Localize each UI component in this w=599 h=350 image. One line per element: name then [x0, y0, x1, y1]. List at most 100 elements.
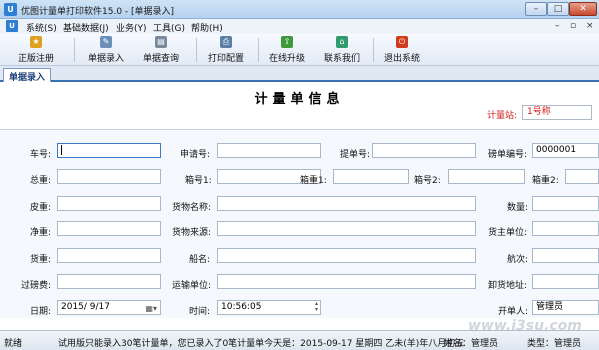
station-label: 计量站: [487, 111, 518, 121]
upgrade-icon: ⇧ [281, 36, 293, 48]
toolbar-separator [196, 38, 197, 62]
net-field[interactable] [57, 221, 161, 236]
transport-unit-field[interactable] [217, 274, 476, 289]
goods-name-label: 货物名称: [172, 203, 212, 213]
register-icon: ★ [30, 36, 42, 48]
box-no2-label: 箱号2: [414, 176, 441, 186]
upgrade-label: 在线升级 [268, 54, 305, 64]
time-field[interactable]: 10:56:05 ▴ ▾ [217, 300, 321, 315]
ship-name-field[interactable] [217, 248, 476, 263]
weighing-fee-field[interactable] [57, 274, 161, 289]
plate-no-label: 车号: [30, 150, 52, 160]
contact-button[interactable]: ⌂ 联系我们 [320, 36, 364, 64]
entry-label: 单据录入 [87, 54, 124, 64]
quantity-label: 数量: [507, 203, 529, 213]
exit-button[interactable]: ⏻ 退出系统 [380, 36, 424, 64]
status-user-type: 类型：管理员 [527, 339, 582, 349]
cargo-weight-label: 货重: [30, 255, 52, 265]
menu-system[interactable]: 系统(S) [26, 21, 57, 34]
ship-name-label: 船名: [189, 255, 211, 265]
status-ready: 就绪 [4, 339, 23, 349]
query-button[interactable]: ▤ 单据查询 [139, 36, 183, 64]
form-title: 计量单信息 [254, 92, 345, 107]
box-weight1-label: 箱重1: [300, 176, 327, 186]
menu-tools[interactable]: 工具(G) [153, 21, 185, 34]
mdi-close-button[interactable]: × [586, 21, 594, 31]
date-value: 2015/ 9/17 [61, 302, 111, 312]
register-label: 正版注册 [17, 54, 54, 64]
mdi-app-icon: U [6, 20, 18, 32]
toolbar-separator [74, 38, 75, 62]
print-config-label: 打印配置 [207, 54, 244, 64]
menu-bar: U 系统(S) 基础数据(J) 业务(Y) 工具(G) 帮助(H) – ▫ × [0, 19, 599, 34]
exit-icon: ⏻ [396, 36, 408, 48]
goods-source-label: 货物来源: [172, 228, 212, 238]
pound-no-label: 磅单编号: [488, 150, 528, 160]
tare-field[interactable] [57, 196, 161, 211]
form-header: 计量单信息 计量站: 1号称 [0, 84, 599, 130]
transport-unit-label: 运输单位: [172, 281, 212, 291]
tab-entry[interactable]: 单据录入 [3, 68, 52, 83]
menu-business[interactable]: 业务(Y) [116, 21, 147, 34]
minimize-button[interactable]: – [525, 2, 547, 16]
calendar-dropdown-icon[interactable]: ▦▾ [145, 302, 157, 314]
gross-field[interactable] [57, 169, 161, 184]
box-no2-field[interactable] [448, 169, 525, 184]
pound-no-field[interactable]: 0000001 [532, 143, 599, 158]
query-icon: ▤ [155, 36, 167, 48]
plate-no-field[interactable] [57, 143, 161, 158]
print-config-button[interactable]: ⎙ 打印配置 [204, 36, 248, 64]
contact-label: 联系我们 [323, 54, 360, 64]
menu-basic-data[interactable]: 基础数据(J) [63, 21, 109, 34]
form-body: 车号: 申请号: 提单号: 磅单编号: 0000001 总重: 箱号1: 箱重1… [0, 131, 599, 318]
print-config-icon: ⎙ [220, 36, 232, 48]
application-no-field[interactable] [217, 143, 321, 158]
title-bar: U 优图计量单打印软件15.0 - [单据录入] – □ ✕ [0, 0, 599, 19]
form-panel: 计量单信息 计量站: 1号称 车号: 申请号: 提单号: 磅单编号: 00000… [0, 84, 599, 318]
cargo-weight-field[interactable] [57, 248, 161, 263]
text-caret [61, 144, 62, 155]
maximize-button[interactable]: □ [547, 2, 569, 16]
mdi-restore-button[interactable]: ▫ [570, 21, 576, 31]
unload-place-label: 卸货地址: [488, 281, 528, 291]
box-weight1-field[interactable] [333, 169, 409, 184]
owner-unit-field[interactable] [532, 221, 599, 236]
application-no-label: 申请号: [180, 150, 211, 160]
voyage-field[interactable] [532, 248, 599, 263]
issuer-field[interactable]: 管理员 [532, 300, 599, 315]
gross-label: 总重: [30, 176, 52, 186]
bill-no-field[interactable] [372, 143, 476, 158]
close-button[interactable]: ✕ [569, 2, 597, 16]
unload-place-field[interactable] [532, 274, 599, 289]
tare-label: 皮重: [30, 203, 52, 213]
net-label: 净重: [30, 228, 52, 238]
toolbar-separator [373, 38, 374, 62]
status-message: 试用版只能录入30笔计量单，您已录入了0笔计量单今天是：2015-09-17 星… [58, 339, 465, 349]
query-label: 单据查询 [142, 54, 179, 64]
station-field[interactable]: 1号称 [522, 105, 592, 120]
box-no1-label: 箱号1: [185, 176, 212, 186]
tab-bar: 单据录入 [0, 66, 599, 83]
time-label: 时间: [189, 307, 211, 317]
menu-help[interactable]: 帮助(H) [191, 21, 223, 34]
entry-button[interactable]: ✎ 单据录入 [84, 36, 128, 64]
upgrade-button[interactable]: ⇧ 在线升级 [265, 36, 309, 64]
entry-icon: ✎ [100, 36, 112, 48]
quantity-field[interactable] [532, 196, 599, 211]
status-bar: 就绪 试用版只能录入30笔计量单，您已录入了0笔计量单今天是：2015-09-1… [0, 330, 599, 350]
mdi-minimize-button[interactable]: – [555, 21, 560, 31]
voyage-label: 航次: [507, 255, 529, 265]
goods-name-field[interactable] [217, 196, 476, 211]
app-icon: U [4, 3, 17, 16]
exit-label: 退出系统 [383, 54, 420, 64]
box-weight2-field[interactable] [565, 169, 599, 184]
bill-no-label: 提单号: [340, 150, 371, 160]
goods-source-field[interactable] [217, 221, 476, 236]
time-value: 10:56:05 [221, 302, 262, 312]
register-button[interactable]: ★ 正版注册 [14, 36, 58, 64]
contact-icon: ⌂ [336, 36, 348, 48]
status-user-name: 姓名：管理员 [444, 339, 499, 349]
issuer-label: 开单人: [498, 307, 529, 317]
time-spinner-icon[interactable]: ▴ ▾ [315, 301, 318, 313]
date-picker[interactable]: 2015/ 9/17 ▦▾ [57, 300, 161, 315]
